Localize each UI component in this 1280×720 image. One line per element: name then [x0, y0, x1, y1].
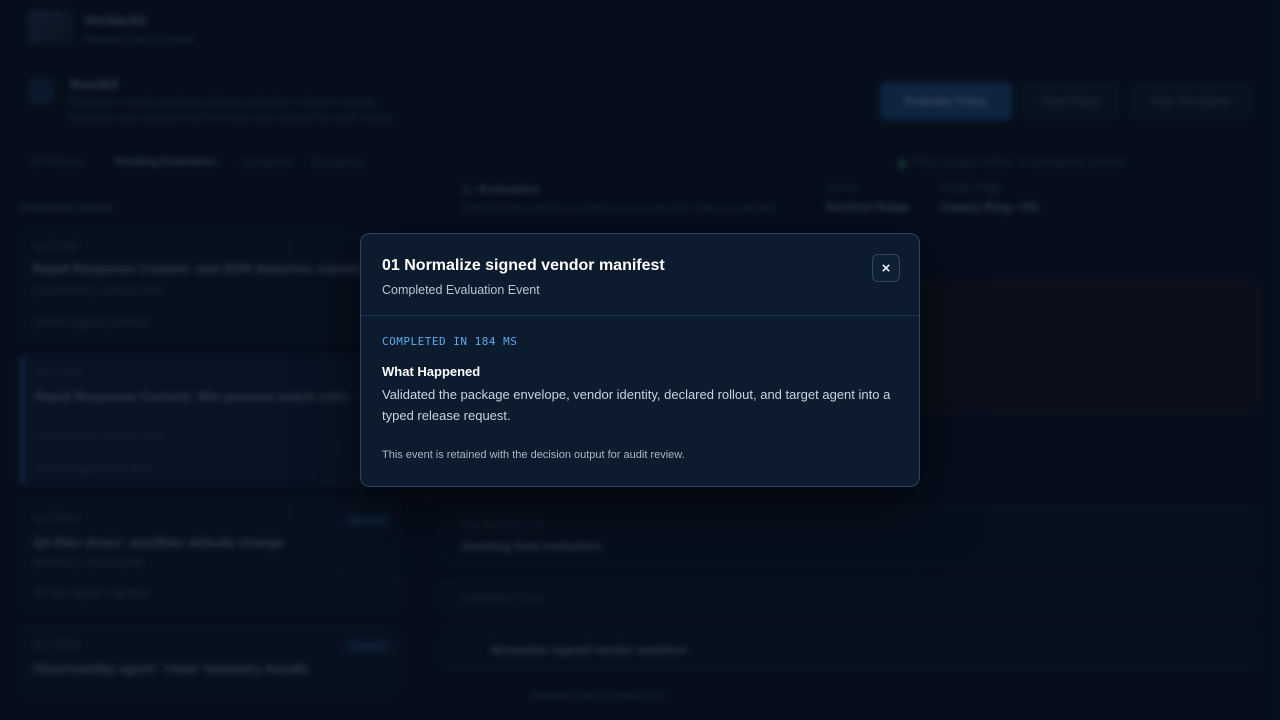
- close-icon: ×: [881, 259, 891, 277]
- section-text: Validated the package envelope, vendor i…: [382, 387, 891, 423]
- modal-subtitle: Completed Evaluation Event: [382, 283, 540, 297]
- close-button[interactable]: ×: [872, 254, 900, 282]
- section-heading: What Happened: [382, 364, 481, 379]
- completion-status: COMPLETED IN 184 MS: [382, 335, 518, 348]
- modal-header: 01 Normalize signed vendor manifest Comp…: [361, 234, 919, 316]
- modal-title: 01 Normalize signed vendor manifest: [382, 257, 665, 274]
- event-detail-modal: 01 Normalize signed vendor manifest Comp…: [360, 233, 920, 487]
- audit-footnote: This event is retained with the decision…: [382, 449, 685, 461]
